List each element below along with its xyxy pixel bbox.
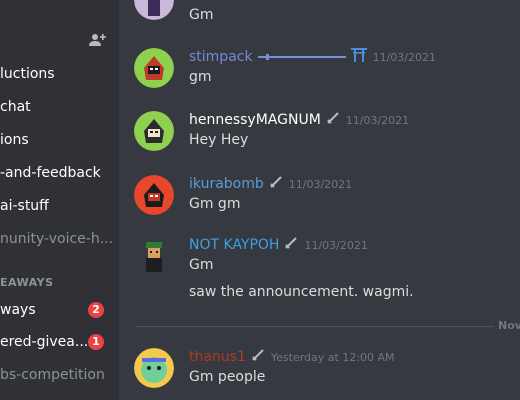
channel-item[interactable]: -and-feedback (0, 161, 101, 185)
channel-item[interactable]: nunity-voice-h... (0, 227, 113, 251)
app-window: luctions chat ions -and-feedback ai-stuf… (0, 0, 520, 400)
username[interactable]: stimpack (189, 49, 253, 65)
message-text: saw the announcement. wagmi. (189, 284, 414, 300)
mention-badge: 1 (88, 334, 104, 350)
channel-item[interactable]: luctions (0, 62, 55, 86)
username[interactable]: thanus1 (189, 349, 246, 365)
timestamp: 11/03/2021 (372, 51, 436, 64)
message-text: Gm (189, 7, 214, 23)
sword-icon (251, 346, 265, 368)
message-text: Gm gm (189, 196, 241, 212)
mention-badge: 2 (88, 302, 104, 318)
timestamp: Yesterday at 12:00 AM (270, 351, 395, 364)
username[interactable]: NOT KAYPOH (189, 237, 279, 253)
message-text: Hey Hey (189, 132, 249, 148)
torii-gate-icon (350, 46, 367, 68)
timestamp: 11/03/2021 (304, 239, 368, 252)
message-list: Gm stimpack 11/03/2021 gm hennessyMAGNUM 1… (119, 0, 520, 400)
category-header[interactable]: EAWAYS (0, 276, 54, 289)
avatar[interactable] (134, 48, 174, 88)
channel-item[interactable]: ions (0, 128, 29, 152)
avatar[interactable] (134, 348, 174, 388)
username[interactable]: hennessyMAGNUM (189, 112, 321, 128)
avatar[interactable] (134, 111, 174, 151)
channel-sidebar: luctions chat ions -and-feedback ai-stuf… (0, 0, 119, 400)
channel-item[interactable]: ered-givea... (0, 330, 88, 354)
channel-item[interactable]: bs-competition (0, 363, 105, 387)
message-header: thanus1 Yesterday at 12:00 AM (189, 345, 395, 367)
timestamp: 11/03/2021 (345, 114, 410, 127)
message-header: stimpack 11/03/2021 (189, 45, 436, 67)
add-friend-icon[interactable] (88, 32, 106, 48)
sword-icon (284, 234, 298, 256)
channel-item[interactable]: chat (0, 95, 31, 119)
avatar[interactable] (134, 175, 174, 215)
message-header: NOT KAYPOH 11/03/2021 (189, 233, 368, 255)
message-header: ikurabomb 11/03/2021 (189, 172, 352, 194)
username[interactable]: ikurabomb (189, 176, 264, 192)
avatar[interactable] (134, 0, 174, 20)
timestamp: 11/03/2021 (288, 178, 353, 191)
message-text: Gm (189, 257, 214, 273)
avatar[interactable] (134, 236, 174, 276)
message-text: Gm people (189, 369, 266, 385)
channel-item[interactable]: ai-stuff (0, 194, 49, 218)
message-text: gm (189, 69, 212, 85)
date-divider-label: Nove (494, 319, 520, 332)
sword-icon (257, 46, 346, 68)
sword-icon (326, 109, 340, 131)
channel-item[interactable]: ways (0, 298, 36, 322)
sword-icon (269, 173, 283, 195)
date-divider (135, 326, 520, 327)
message-header: hennessyMAGNUM 11/03/2021 (189, 108, 409, 130)
